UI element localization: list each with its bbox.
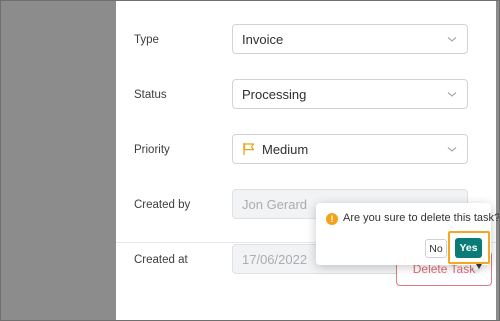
chevron-down-icon [446,33,458,45]
type-select-value: Invoice [242,31,284,47]
type-select[interactable]: Invoice [232,24,468,54]
confirm-no-button[interactable]: No [425,239,447,258]
priority-select[interactable]: Medium [232,134,468,164]
flag-icon [242,142,256,156]
priority-label: Priority [134,144,170,156]
mouse-cursor [476,264,482,269]
confirm-message: Are you sure to delete this task? [343,212,500,224]
confirm-yes-button[interactable]: Yes [455,238,482,258]
created-at-label: Created at [134,254,188,266]
modal-backdrop-right[interactable] [496,0,500,321]
status-select[interactable]: Processing [232,79,468,109]
chevron-down-icon [446,88,458,100]
type-label: Type [134,34,159,46]
modal-backdrop[interactable] [0,0,116,321]
created-at-value: 17/06/2022 [242,251,308,267]
exclamation-circle-icon: ! [326,213,338,225]
created-by-label: Created by [134,199,191,211]
priority-select-value: Medium [262,141,309,157]
status-select-value: Processing [242,86,307,102]
chevron-down-icon [446,143,458,155]
status-label: Status [134,89,167,101]
created-by-value: Jon Gerard [242,196,308,212]
